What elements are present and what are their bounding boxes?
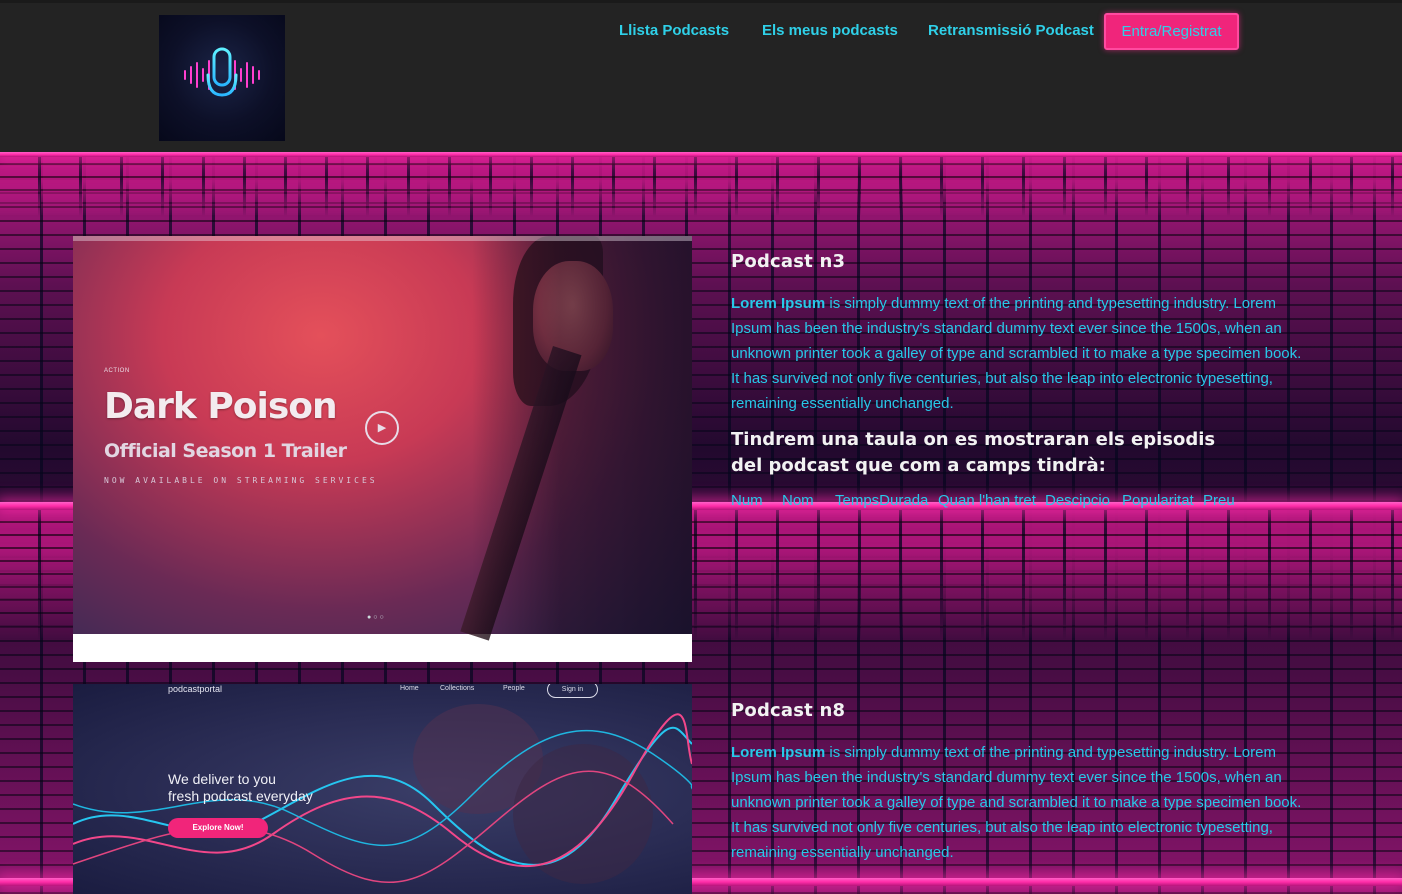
play-icon[interactable]: ▶ — [365, 411, 399, 445]
neon-bar-top — [0, 152, 1402, 157]
artwork-headline-line-1: We deliver to you — [168, 771, 276, 787]
nav-podcast-list[interactable]: Llista Podcasts — [619, 13, 729, 49]
login-register-button[interactable]: Entra/Registrat — [1104, 13, 1239, 50]
site-header: Llista Podcasts Els meus podcasts Retran… — [0, 0, 1402, 152]
carousel-dots-icon: ●○○ — [367, 614, 386, 621]
main-nav: Llista Podcasts Els meus podcasts Retran… — [0, 13, 1402, 50]
column-header-description: Descipcio — [1045, 492, 1111, 509]
brick-band-top — [0, 157, 1402, 217]
artwork-tagline: NOW AVAILABLE ON STREAMING SERVICES — [104, 476, 378, 485]
artwork-signin: Sign in — [547, 684, 598, 698]
soundwave-lines — [73, 713, 692, 884]
description-bold: Lorem Ipsum — [731, 744, 826, 761]
artwork-menu-home: Home — [400, 685, 419, 692]
artwork-title: Dark Poison — [104, 386, 338, 427]
artwork-brand: podcastportal — [168, 684, 223, 694]
podcast-description: Lorem Ipsum is simply dummy text of the … — [731, 291, 1303, 416]
artwork-cta: Explore Now! — [168, 818, 268, 838]
artwork-kicker: ACTION — [104, 368, 130, 374]
column-header-price: Preu — [1203, 492, 1235, 509]
column-header-num: Num — [731, 492, 763, 509]
column-header-name: Nom — [782, 492, 814, 509]
table-intro: Tindrem una taula on es mostraran els ep… — [731, 429, 1216, 476]
description-text: is simply dummy text of the printing and… — [731, 744, 1302, 861]
artwork-top-strip — [73, 236, 692, 241]
podcast-description: Lorem Ipsum is simply dummy text of the … — [731, 740, 1303, 865]
episodes-table-header: Num Nom TempsDurada Quan l'han tret Desc… — [731, 492, 1303, 516]
nav-podcast-broadcast[interactable]: Retransmissió Podcast — [928, 13, 1094, 49]
artwork-shadow — [472, 236, 692, 634]
artwork-headline: We deliver to you fresh podcast everyday — [168, 771, 368, 805]
podcast-info-1: Podcast n3 Lorem Ipsum is simply dummy t… — [731, 247, 1303, 516]
description-text: is simply dummy text of the printing and… — [731, 295, 1302, 412]
podcast-title: Podcast n8 — [731, 700, 846, 721]
artwork-menu-collections: Collections — [440, 685, 475, 692]
artwork-menu-people: People — [503, 685, 525, 692]
artwork-headline-line-2: fresh podcast everyday — [168, 788, 313, 804]
nav-my-podcasts[interactable]: Els meus podcasts — [762, 13, 898, 49]
column-header-release: Quan l'han tret — [938, 492, 1036, 509]
podcast-image-2[interactable]: podcastportal Home Collections People Si… — [73, 684, 692, 894]
description-bold: Lorem Ipsum — [731, 295, 826, 312]
podcast-image-1[interactable]: ACTION Dark Poison Official Season 1 Tra… — [73, 236, 692, 662]
artwork-subtitle: Official Season 1 Trailer — [104, 440, 347, 462]
podcast-info-2: Podcast n8 Lorem Ipsum is simply dummy t… — [731, 696, 1303, 865]
podcast-title: Podcast n3 — [731, 251, 846, 272]
column-header-popularity: Popularitat — [1122, 492, 1194, 509]
column-header-duration: TempsDurada — [835, 492, 929, 509]
